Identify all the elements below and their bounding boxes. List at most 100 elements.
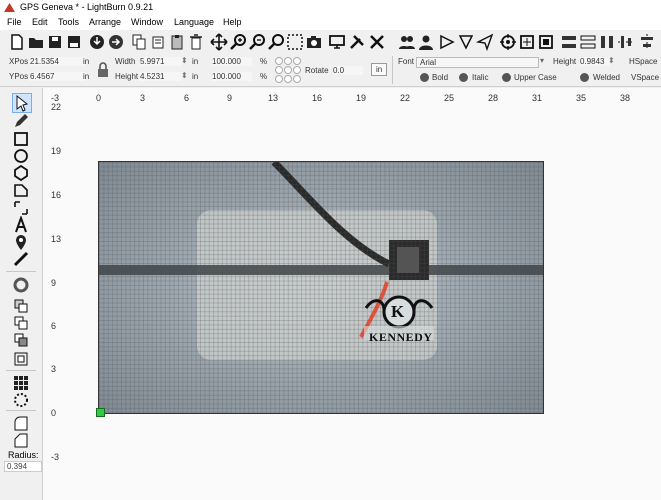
ungroup-icon[interactable] — [417, 33, 435, 51]
radius-input[interactable]: 0.394 — [4, 461, 42, 472]
menu-language[interactable]: Language — [174, 17, 214, 27]
copy-icon[interactable] — [130, 33, 148, 51]
grid-array-icon[interactable] — [12, 374, 30, 392]
align-icon[interactable] — [537, 33, 555, 51]
new-file-icon[interactable] — [8, 33, 26, 51]
distribute-h-icon[interactable] — [560, 33, 578, 51]
open-folder-icon[interactable] — [27, 33, 45, 51]
upper-case-toggle[interactable] — [502, 73, 511, 82]
menu-tools[interactable]: Tools — [58, 17, 79, 27]
save-as-icon[interactable] — [65, 33, 83, 51]
send-icon[interactable] — [475, 33, 494, 52]
rotate-label: Rotate — [305, 66, 329, 75]
italic-label: Italic — [472, 73, 489, 82]
height-input[interactable]: 4.5231 — [140, 72, 182, 81]
corner-chamfer-icon[interactable] — [12, 431, 30, 449]
chevron-down-icon[interactable]: ▾ — [540, 56, 544, 65]
flip-vertical-icon[interactable] — [457, 33, 475, 51]
rotate-input[interactable]: 0.0 — [333, 66, 363, 75]
ruler-x-tick: 25 — [444, 93, 455, 103]
zoom-in-icon[interactable] — [229, 33, 247, 51]
font-height-input[interactable]: 0.9843 — [580, 57, 610, 66]
ruler-y-tick: 0 — [51, 408, 57, 418]
anchor-grid-icon[interactable] — [274, 56, 302, 84]
align-vcenter-icon[interactable] — [617, 33, 635, 51]
ypos-input[interactable]: 6.4567 — [30, 72, 86, 81]
circular-array-icon[interactable] — [12, 391, 30, 409]
boolean-subtract-icon[interactable] — [12, 314, 30, 332]
font-height-spin-icon[interactable]: ⬍ — [608, 56, 615, 65]
monogram-text: KENNEDY — [369, 330, 433, 344]
camera-icon[interactable] — [305, 33, 323, 51]
device-settings-icon[interactable] — [328, 33, 346, 51]
save-icon[interactable] — [46, 33, 64, 51]
boolean-intersect-icon[interactable] — [12, 331, 30, 349]
settings-icon[interactable] — [348, 33, 366, 51]
separator — [6, 271, 36, 272]
upper-case-label: Upper Case — [514, 73, 557, 82]
offset-icon[interactable] — [12, 276, 30, 294]
menu-arrange[interactable]: Arrange — [89, 17, 121, 27]
group-icon[interactable] — [398, 33, 416, 51]
ypos-unit: in — [83, 72, 90, 81]
align-center-icon[interactable] — [518, 33, 536, 51]
ruler-x-tick: 9 — [227, 93, 233, 103]
target-icon[interactable] — [499, 33, 517, 51]
corner-round-icon[interactable] — [12, 414, 30, 432]
ellipse-icon[interactable] — [12, 147, 30, 165]
welded-toggle[interactable] — [580, 73, 589, 82]
position-laser-icon[interactable] — [12, 199, 30, 217]
weld-icon[interactable] — [12, 350, 30, 368]
units-button[interactable]: in — [371, 63, 388, 76]
rectangle-icon[interactable] — [12, 130, 30, 148]
italic-toggle[interactable] — [459, 73, 468, 82]
lock-icon[interactable] — [97, 62, 109, 78]
font-select[interactable]: Arial — [416, 57, 539, 68]
vspace-label: VSpace — [631, 73, 660, 82]
tool-palette: Radius: 0.394 — [0, 88, 43, 500]
edit-nodes-icon[interactable] — [12, 181, 30, 199]
workspace-canvas[interactable]: -3 0 3 6 9 13 16 19 22 25 28 31 35 38 22… — [43, 88, 661, 500]
cut-icon[interactable] — [149, 33, 167, 51]
ruler-x-tick: 0 — [96, 93, 102, 103]
export-icon[interactable] — [107, 33, 125, 51]
width-spin-icon[interactable]: ⬍ — [181, 56, 188, 65]
title-bar: GPS Geneva * - LightBurn 0.9.21 — [0, 0, 661, 15]
move-icon[interactable] — [210, 33, 228, 51]
zoom-page-icon[interactable] — [286, 33, 304, 51]
location-pin-icon[interactable] — [12, 233, 30, 251]
xpos-input[interactable]: 21.5354 — [30, 57, 86, 66]
polygon-icon[interactable] — [12, 164, 30, 182]
ruler-x-tick: 6 — [184, 93, 190, 103]
radius-label: Radius: — [8, 450, 39, 460]
separator — [6, 410, 36, 411]
ruler-x-tick: 28 — [488, 93, 499, 103]
paste-icon[interactable] — [168, 33, 186, 51]
bold-toggle[interactable] — [420, 73, 429, 82]
tools-icon[interactable] — [368, 33, 386, 51]
menu-window[interactable]: Window — [131, 17, 163, 27]
ruler-y-tick: -3 — [51, 452, 60, 462]
work-area[interactable]: K KENNEDY — [98, 161, 544, 414]
boolean-union-icon[interactable] — [12, 297, 30, 315]
space-icon[interactable] — [598, 33, 616, 51]
width-input[interactable]: 5.9971 — [140, 57, 182, 66]
scale-width-input[interactable]: 100.000 — [212, 57, 252, 66]
import-icon[interactable] — [88, 33, 106, 51]
height-spin-icon[interactable]: ⬍ — [181, 71, 188, 80]
distribute-v-icon[interactable] — [579, 33, 597, 51]
align-hcenter-icon[interactable] — [638, 33, 656, 51]
menu-file[interactable]: File — [7, 17, 22, 27]
text-icon[interactable] — [12, 215, 30, 234]
menu-edit[interactable]: Edit — [32, 17, 48, 27]
measure-icon[interactable] — [12, 250, 30, 268]
zoom-fit-icon[interactable] — [267, 33, 285, 51]
select-icon[interactable] — [12, 93, 32, 113]
pen-icon[interactable] — [12, 112, 30, 130]
flip-horizontal-icon[interactable] — [438, 33, 456, 51]
menu-help[interactable]: Help — [223, 17, 242, 27]
width-unit: in — [192, 57, 199, 66]
zoom-out-icon[interactable] — [248, 33, 266, 51]
delete-icon[interactable] — [187, 33, 205, 51]
scale-height-input[interactable]: 100.000 — [212, 72, 252, 81]
